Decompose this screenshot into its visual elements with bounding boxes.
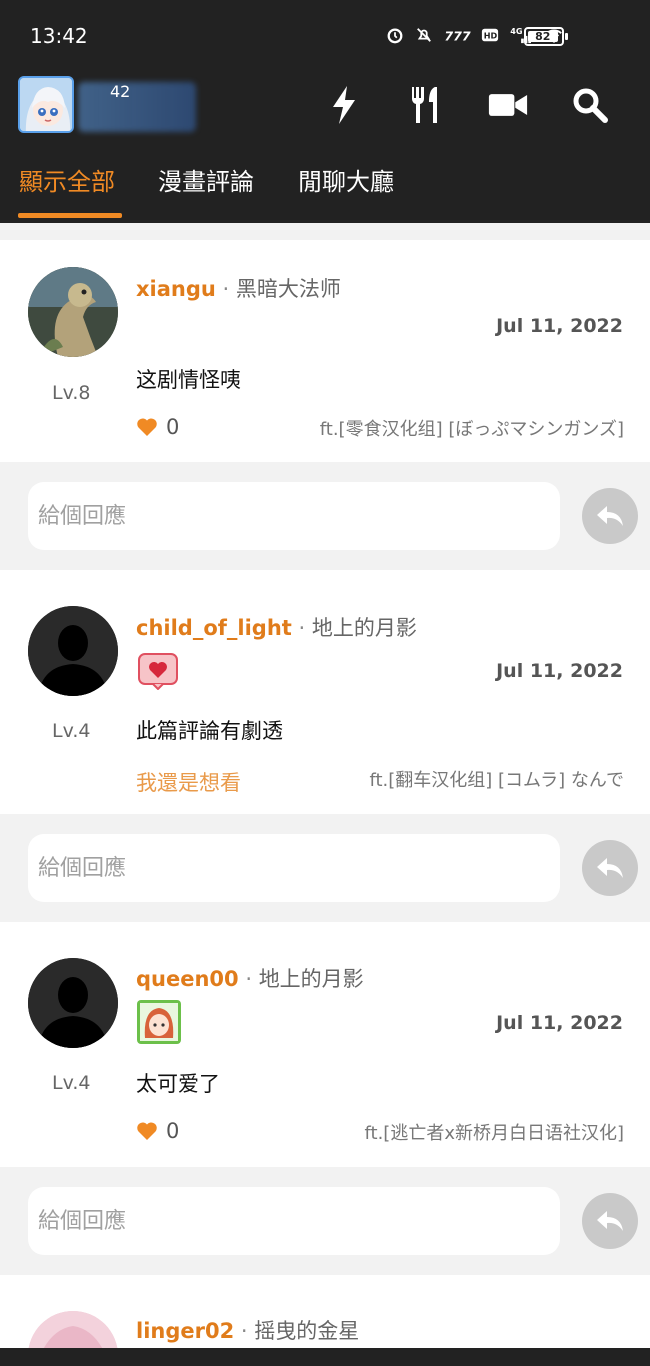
comment-date: Jul 11, 2022 [496,1012,623,1034]
user-title: 地上的月影 [258,967,364,991]
comment-text: 此篇評論有劇透 [136,719,283,743]
show-spoiler-link[interactable]: 我還是想看 [136,767,241,797]
network-speed-icon: 777 [444,28,471,43]
username[interactable]: linger02 [136,1319,234,1343]
user-line: linger02 · 摇曳的金星 [136,1319,360,1343]
active-tab-indicator [18,213,122,218]
tab-chat-lobby[interactable]: 閒聊大廳 [298,162,394,197]
status-bar: 13:42 777 HD 4G 82 [0,0,650,70]
user-line: queen00 · 地上的月影 [136,967,364,991]
hd-icon: HD [481,28,499,42]
comment-text: 太可爱了 [136,1072,220,1096]
svg-text:4G: 4G [510,26,523,36]
svg-text:HD: HD [484,31,498,41]
reply-bar [0,1167,650,1275]
heart-badge-icon [137,652,179,690]
reply-button[interactable] [582,840,638,896]
user-level: Lv.8 [52,382,91,404]
avatar[interactable] [28,267,118,357]
alarm-icon [387,28,403,44]
tab-show-all[interactable]: 顯示全部 [19,162,115,197]
comment-card: Lv.8 xiangu · 黑暗大法师 Jul 11, 2022 这剧情怪咦 0… [0,240,650,462]
reply-button[interactable] [582,1193,638,1249]
my-avatar[interactable] [18,76,74,133]
comic-source-link[interactable]: ft.[零食汉化组] [ぼっぷマシンガンズ] [314,415,624,441]
username[interactable]: xiangu [136,277,216,301]
avatar-badge-icon [137,1000,181,1044]
reply-arrow-icon [597,1211,623,1231]
like-button[interactable]: 0 [136,415,179,439]
avatar[interactable] [28,606,118,696]
comic-source-link[interactable]: ft.[翻车汉化组] [コムラ] なんで [314,766,624,792]
reply-bar [0,462,650,570]
tab-comic-reviews[interactable]: 漫畫評論 [158,162,254,197]
my-profile-badge[interactable]: 42 [78,78,196,134]
avatar[interactable] [28,958,118,1048]
reply-input[interactable] [28,482,560,550]
like-button[interactable]: 0 [136,1119,179,1143]
heart-icon [137,1122,157,1140]
header-actions [324,84,610,126]
user-title: 摇曳的金星 [254,1319,360,1343]
reply-arrow-icon [597,506,623,526]
user-title: 地上的月影 [311,616,417,640]
flash-icon[interactable] [324,84,364,126]
my-level-number: 42 [110,82,131,101]
tab-bar: 顯示全部 漫畫評論 閒聊大廳 [0,158,650,223]
reply-button[interactable] [582,488,638,544]
battery-level: 82 [528,30,558,43]
heart-icon [137,418,157,436]
comic-source-link[interactable]: ft.[逃亡者x新桥月白日语社汉化] [314,1119,625,1145]
video-icon[interactable] [488,84,528,126]
username[interactable]: child_of_light [136,616,292,640]
reply-bar [0,814,650,922]
default-avatar-icon [28,958,118,1048]
user-level: Lv.4 [52,720,91,742]
reply-arrow-icon [597,858,623,878]
status-time: 13:42 [30,24,88,48]
reply-input[interactable] [28,834,560,902]
username[interactable]: queen00 [136,967,239,991]
comment-date: Jul 11, 2022 [496,315,623,337]
food-icon[interactable] [406,84,446,126]
app-header: 13:42 777 HD 4G 82 42 顯示全部 漫畫評論 閒聊大廳 [0,0,650,223]
comment-card: Lv.4 child_of_light · 地上的月影 Jul 11, 2022… [0,570,650,814]
comment-card: Lv.4 queen00 · 地上的月影 Jul 11, 2022 太可爱了 0… [0,922,650,1167]
comment-card: linger02 · 摇曳的金星 [0,1275,650,1348]
comment-text: 这剧情怪咦 [136,368,241,392]
user-line: child_of_light · 地上的月影 [136,616,417,640]
user-title: 黑暗大法师 [235,277,341,301]
blurred-username [78,82,196,132]
avatar[interactable] [28,1311,118,1348]
user-level: Lv.4 [52,1072,91,1094]
user-line: xiangu · 黑暗大法师 [136,277,341,301]
mute-icon [417,28,431,42]
reply-input[interactable] [28,1187,560,1255]
battery-indicator: 82 [524,27,568,46]
search-icon[interactable] [570,84,610,126]
like-count: 0 [166,415,180,439]
comment-date: Jul 11, 2022 [496,660,623,682]
bottom-navigation-bar [0,1348,650,1366]
default-avatar-icon [28,606,118,696]
svg-text:777: 777 [444,28,471,43]
like-count: 0 [166,1119,180,1143]
